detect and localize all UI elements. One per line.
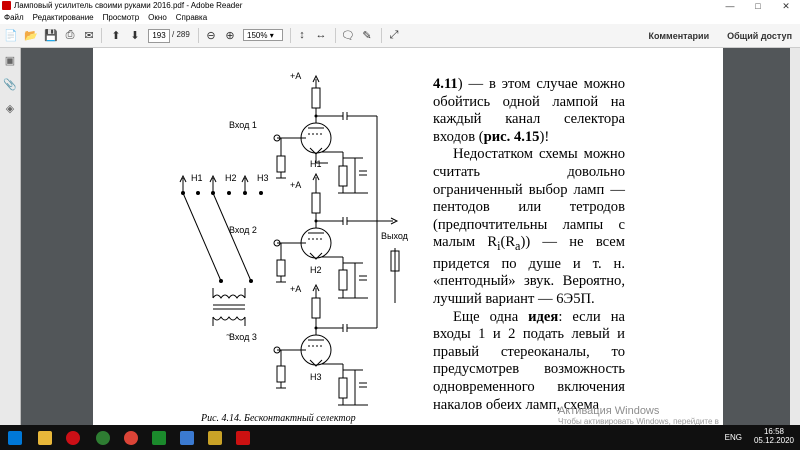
page-number-input[interactable]: 193 — [148, 29, 170, 43]
open-folder-icon[interactable]: 📂 — [24, 28, 38, 42]
window-title: Ламповый усилитель своими руками 2016.pd… — [14, 1, 243, 10]
clock[interactable]: 16:58 05.12.2020 — [754, 427, 794, 445]
text-run: 4.11 — [433, 76, 458, 92]
input-label-1: Вход 1 — [229, 120, 257, 130]
text-run: идея — [528, 308, 559, 325]
watermark-title: Активация Windows — [558, 405, 660, 417]
highlight-icon[interactable]: ✎ — [360, 28, 374, 42]
text-run: рис. 4.15 — [483, 128, 540, 145]
taskbar: ENG 16:58 05.12.2020 — [0, 425, 800, 450]
heater-label-2: Н2 — [310, 265, 322, 275]
toolbar: 📄 📂 💾 ⎙ ✉ ⬆ ⬇ 193 / 289 ⊖ ⊕ 150% ▾ ↕ ↔ 🗨… — [0, 24, 800, 48]
share-button[interactable]: Общий доступ — [727, 31, 792, 41]
comment-icon[interactable]: 🗨 — [341, 28, 355, 42]
windows-activation-watermark: Активация Windows Чтобы активировать Win… — [558, 405, 723, 425]
prev-page-icon[interactable]: ⬆ — [109, 28, 123, 42]
email-icon[interactable]: ✉ — [82, 28, 96, 42]
layers-icon[interactable]: ◈ — [4, 102, 16, 115]
zoom-in-icon[interactable]: ⊕ — [223, 28, 237, 42]
chrome-icon[interactable] — [96, 431, 110, 445]
text-run: )! — [539, 128, 550, 145]
title-bar: Ламповый усилитель своими руками 2016.pd… — [0, 0, 800, 12]
adobe-reader-icon — [2, 1, 11, 10]
page-total: / 289 — [172, 30, 190, 39]
zoom-out-icon[interactable]: ⊖ — [204, 28, 218, 42]
folder-icon[interactable] — [208, 431, 222, 445]
attachments-icon[interactable]: 📎 — [3, 78, 17, 91]
navigation-panel: ▣ 📎 ◈ — [0, 48, 21, 425]
start-icon[interactable] — [8, 431, 22, 445]
paragraph: Еще одна идея: если на входы 1 и 2 подат… — [433, 309, 625, 415]
body-text: 4.11) — в этом случае можно обойтись одн… — [433, 76, 625, 414]
browser-icon[interactable] — [124, 431, 138, 445]
plus-a-label-1: +A — [290, 71, 301, 81]
create-pdf-icon[interactable]: 📄 — [4, 28, 18, 42]
document-view[interactable]: +A +A +A Вход 1 Вход 2 Вход 3 Н1 Н2 Н3 Н… — [21, 48, 800, 425]
menu-file[interactable]: Файл — [0, 12, 29, 24]
adobe-reader-taskbar-icon[interactable] — [236, 431, 250, 445]
switch-label-1: Н1 — [191, 173, 203, 183]
opera-icon[interactable] — [66, 431, 80, 445]
input-label-3: Вход 3 — [229, 332, 257, 342]
menu-help[interactable]: Справка — [172, 12, 212, 24]
heater-label-3: Н3 — [310, 372, 322, 382]
language-indicator[interactable]: ENG — [725, 433, 742, 442]
clock-date: 05.12.2020 — [753, 436, 794, 445]
plus-a-label-3: +A — [290, 284, 301, 294]
maximize-button[interactable]: □ — [744, 0, 772, 12]
utorrent-icon[interactable] — [152, 431, 166, 445]
menu-bar: Файл Редактирование Просмотр Окно Справк… — [0, 12, 800, 24]
save-icon[interactable]: 💾 — [44, 28, 58, 42]
figure-caption: Рис. 4.14. Бесконтактный селектор — [201, 413, 356, 424]
plus-a-label-2: +A — [290, 180, 301, 190]
tilde-label: ~ — [226, 330, 231, 340]
fit-width-icon[interactable]: ↔ — [314, 28, 328, 42]
network-app-icon[interactable] — [180, 431, 194, 445]
switch-label-2: Н2 — [225, 173, 237, 183]
switch-label-3: Н3 — [257, 173, 269, 183]
minimize-button[interactable]: — — [716, 0, 744, 12]
file-explorer-icon[interactable] — [38, 431, 52, 445]
close-button[interactable]: ✕ — [772, 0, 800, 12]
window-controls: — □ ✕ — [716, 0, 800, 12]
paragraph: 4.11) — в этом случае можно обойтись одн… — [433, 76, 625, 146]
clock-time: 16:58 — [763, 427, 784, 436]
menu-window[interactable]: Окно — [144, 12, 172, 24]
pages-icon[interactable]: ▣ — [4, 54, 16, 67]
paragraph: Недостатком схемы можно считать довольно… — [433, 146, 625, 308]
menu-edit[interactable]: Редактирование — [29, 12, 99, 24]
menu-view[interactable]: Просмотр — [99, 12, 145, 24]
output-label: Выход — [381, 231, 409, 241]
text-run: Еще одна — [453, 308, 529, 325]
zoom-value: 150% — [247, 31, 268, 40]
heater-label-1: Н1 — [310, 159, 322, 169]
input-label-2: Вход 2 — [229, 225, 257, 235]
toolbar-right: Комментарии Общий доступ — [649, 31, 793, 41]
fit-page-icon[interactable]: ↕ — [295, 28, 309, 42]
watermark-subtitle: Чтобы активировать Windows, перейдите в … — [558, 417, 719, 425]
comments-button[interactable]: Комментарии — [649, 31, 710, 41]
pdf-page: +A +A +A Вход 1 Вход 2 Вход 3 Н1 Н2 Н3 Н… — [93, 48, 723, 425]
expand-icon[interactable]: ⤢ — [387, 28, 401, 42]
vertical-scrollbar[interactable] — [790, 48, 800, 425]
zoom-select[interactable]: 150% ▾ — [243, 29, 283, 41]
next-page-icon[interactable]: ⬇ — [128, 28, 142, 42]
print-icon[interactable]: ⎙ — [63, 28, 77, 42]
text-run: (R — [500, 234, 516, 251]
